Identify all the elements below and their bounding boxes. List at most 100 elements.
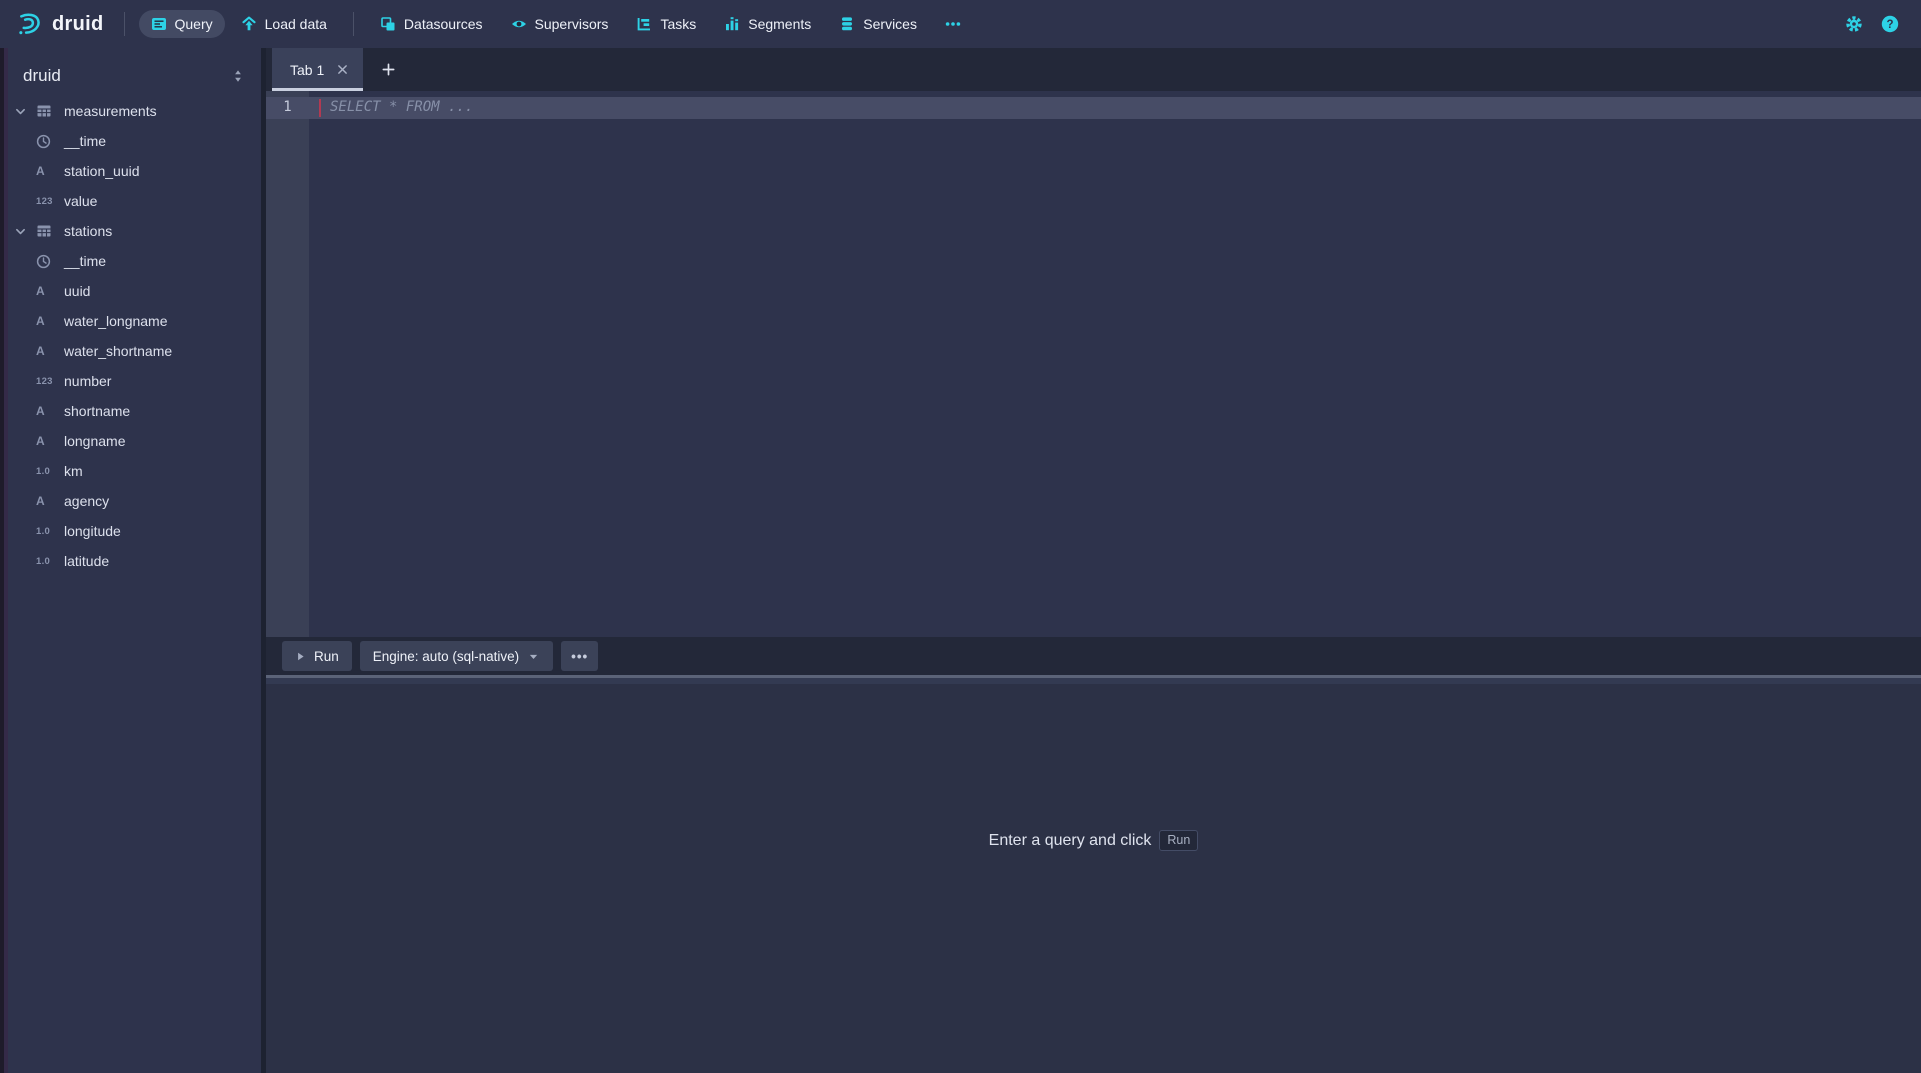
settings-gear-icon[interactable]	[1845, 15, 1863, 33]
column-name-label: longitude	[64, 523, 121, 539]
more-icon: •••	[571, 649, 588, 664]
window-edge-stripe	[4, 48, 8, 1073]
nav-item-label: Services	[863, 16, 917, 32]
empty-results-message: Enter a query and click Run	[266, 830, 1921, 851]
column-row-__time[interactable]: __time	[0, 126, 261, 156]
druid-brand[interactable]: druid	[12, 12, 112, 37]
nav-item-label: Load data	[265, 16, 327, 32]
column-row-shortname[interactable]: Ashortname	[0, 396, 261, 426]
sort-icon[interactable]	[229, 67, 247, 85]
string-type-icon: A	[36, 344, 64, 358]
schema-title: druid	[23, 66, 61, 86]
run-button-label: Run	[314, 649, 339, 664]
nav-item-query[interactable]: Query	[139, 10, 225, 38]
svg-text:?: ?	[1886, 19, 1893, 31]
chevron-down-icon[interactable]	[14, 225, 36, 238]
clock-icon	[36, 134, 64, 149]
chevron-down-icon[interactable]	[14, 105, 36, 118]
string-type-icon: A	[36, 164, 64, 178]
query-run-bar: Run Engine: auto (sql-native) •••	[266, 637, 1921, 675]
table-name-label: stations	[64, 223, 112, 239]
column-name-label: shortname	[64, 403, 130, 419]
run-button[interactable]: Run	[282, 641, 352, 671]
query-tab-bar: Tab 1	[266, 48, 1921, 91]
float-type-icon: 1.0	[36, 526, 64, 537]
column-name-label: longname	[64, 433, 126, 449]
schema-tree: measurements__timeAstation_uuid123values…	[0, 96, 261, 576]
nav-item-services[interactable]: Services	[827, 10, 929, 38]
column-row-agency[interactable]: Aagency	[0, 486, 261, 516]
sidebar-resize-handle[interactable]	[261, 48, 266, 1073]
column-name-label: station_uuid	[64, 163, 140, 179]
table-name-label: measurements	[64, 103, 157, 119]
brand-name: druid	[52, 13, 104, 36]
datasources-icon	[380, 16, 396, 32]
column-row-station_uuid[interactable]: Astation_uuid	[0, 156, 261, 186]
string-type-icon: A	[36, 494, 64, 508]
nav-item-load-data[interactable]: Load data	[229, 10, 339, 38]
column-row-km[interactable]: 1.0km	[0, 456, 261, 486]
editor-placeholder: SELECT * FROM ...	[330, 99, 473, 115]
editor-line-gutter	[266, 91, 309, 637]
close-icon[interactable]	[334, 61, 351, 78]
nav-item-datasources[interactable]: Datasources	[368, 10, 495, 38]
column-name-label: km	[64, 463, 83, 479]
float-type-icon: 1.0	[36, 466, 64, 477]
engine-selector-button[interactable]: Engine: auto (sql-native)	[360, 641, 553, 671]
help-icon[interactable]: ?	[1881, 15, 1899, 33]
column-row-water_shortname[interactable]: Awater_shortname	[0, 336, 261, 366]
nav-item-label: Datasources	[404, 16, 483, 32]
column-name-label: uuid	[64, 283, 90, 299]
nav-item-more[interactable]	[933, 10, 973, 38]
query-icon	[151, 16, 167, 32]
run-chip[interactable]: Run	[1159, 830, 1198, 851]
column-name-label: water_longname	[64, 313, 168, 329]
column-row-longitude[interactable]: 1.0longitude	[0, 516, 261, 546]
nav-item-supervisors[interactable]: Supervisors	[499, 10, 621, 38]
caret-down-icon	[527, 650, 540, 663]
column-row-uuid[interactable]: Auuid	[0, 276, 261, 306]
more-icon	[945, 16, 961, 32]
editor-active-line	[266, 97, 1921, 119]
nav-item-segments[interactable]: Segments	[712, 10, 823, 38]
column-row-value[interactable]: 123value	[0, 186, 261, 216]
nav-item-tasks[interactable]: Tasks	[624, 10, 708, 38]
string-type-icon: A	[36, 314, 64, 328]
tasks-icon	[636, 16, 652, 32]
float-type-icon: 1.0	[36, 556, 64, 567]
table-row-stations[interactable]: stations	[0, 216, 261, 246]
tab-tab-1[interactable]: Tab 1	[272, 48, 363, 91]
string-type-icon: A	[36, 434, 64, 448]
column-row-longname[interactable]: Alongname	[0, 426, 261, 456]
run-more-options-button[interactable]: •••	[561, 641, 598, 671]
nav-divider	[124, 12, 125, 36]
number-type-icon: 123	[36, 376, 64, 387]
supervisors-icon	[511, 16, 527, 32]
column-name-label: water_shortname	[64, 343, 172, 359]
nav-divider	[353, 12, 354, 36]
play-icon	[295, 651, 306, 662]
druid-logo-icon	[16, 12, 43, 37]
schema-sidebar: druid measurements__timeAstation_uuid123…	[0, 48, 261, 1073]
sql-query-editor[interactable]: 1 SELECT * FROM ...	[266, 91, 1921, 637]
column-row-__time[interactable]: __time	[0, 246, 261, 276]
column-name-label: latitude	[64, 553, 109, 569]
load-data-icon	[241, 16, 257, 32]
services-icon	[839, 16, 855, 32]
nav-item-label: Supervisors	[535, 16, 609, 32]
column-row-number[interactable]: 123number	[0, 366, 261, 396]
editor-line-number: 1	[266, 99, 309, 115]
column-name-label: value	[64, 193, 97, 209]
table-row-measurements[interactable]: measurements	[0, 96, 261, 126]
add-tab-button[interactable]	[371, 48, 405, 91]
column-name-label: __time	[64, 133, 106, 149]
query-results-pane: Enter a query and click Run	[266, 678, 1921, 1073]
column-row-latitude[interactable]: 1.0latitude	[0, 546, 261, 576]
plus-icon	[381, 62, 396, 77]
nav-item-label: Query	[175, 16, 213, 32]
nav-item-label: Tasks	[660, 16, 696, 32]
top-navbar: druid Query Load data Datasources Superviso…	[0, 0, 1921, 48]
nav-item-label: Segments	[748, 16, 811, 32]
column-name-label: __time	[64, 253, 106, 269]
column-row-water_longname[interactable]: Awater_longname	[0, 306, 261, 336]
